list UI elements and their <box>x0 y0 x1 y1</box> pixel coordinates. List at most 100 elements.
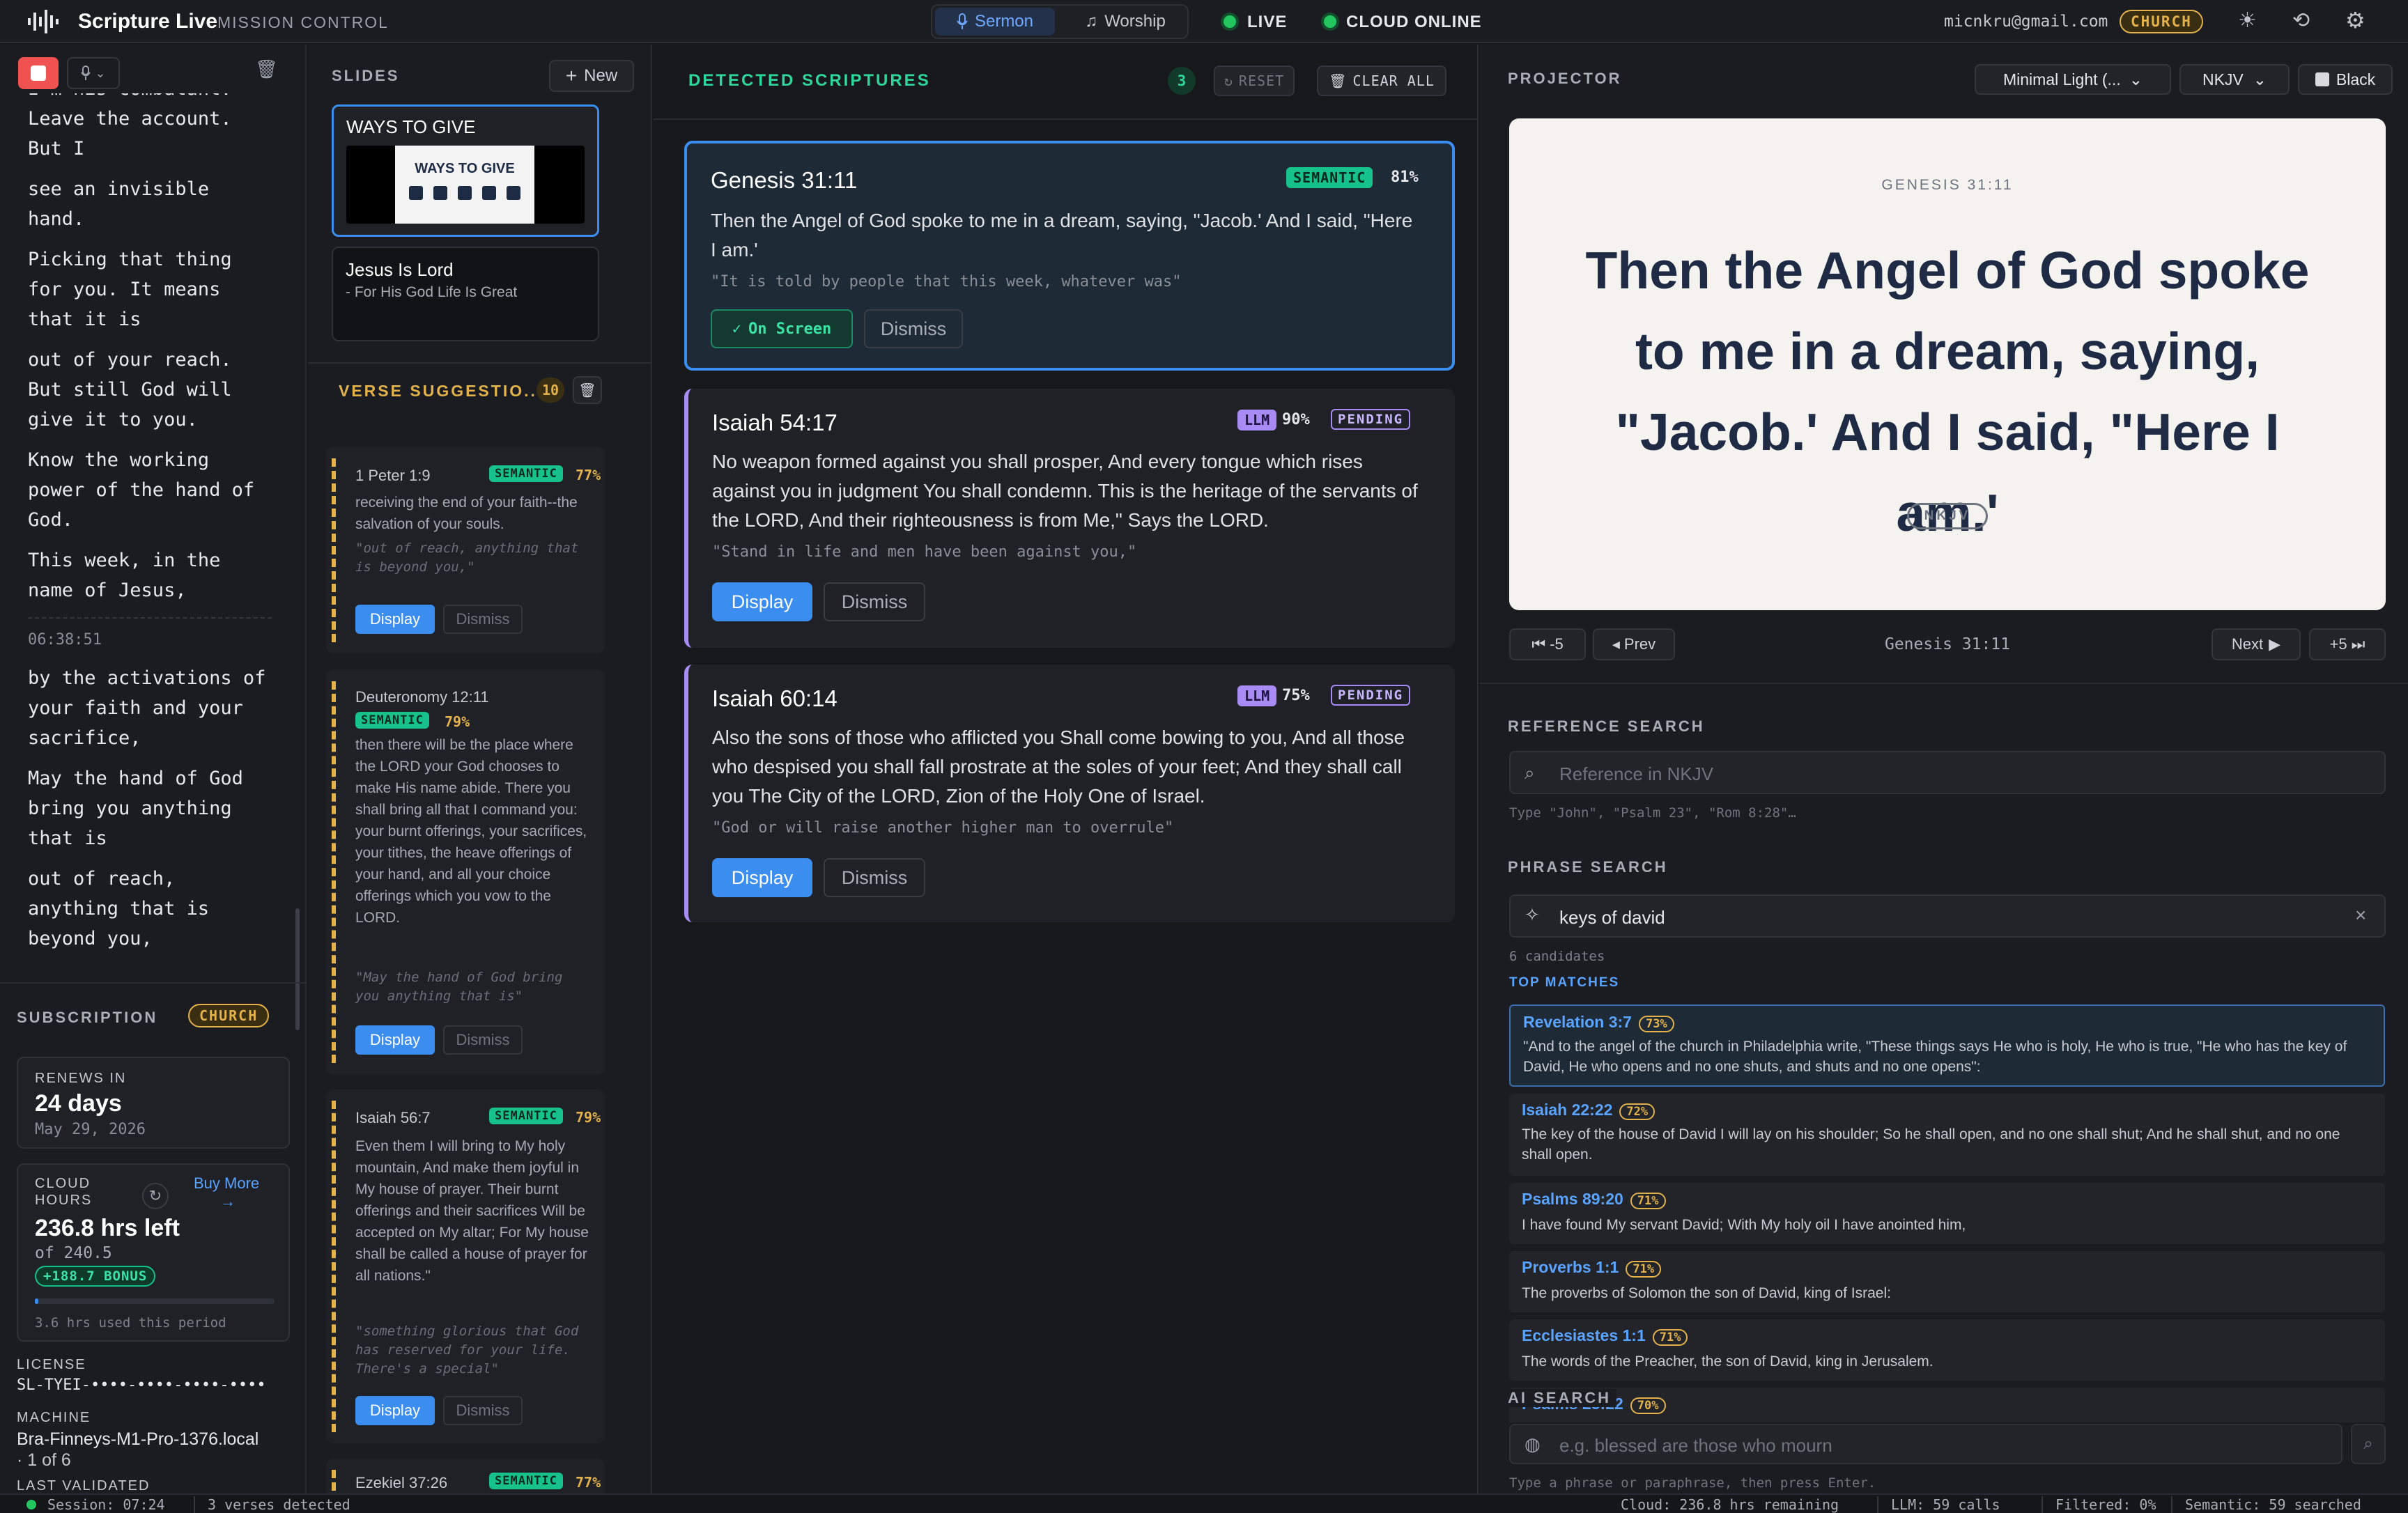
gear-icon[interactable]: ⚙ <box>2345 7 2365 33</box>
dismiss-button[interactable]: Dismiss <box>864 309 963 348</box>
match-score: 70% <box>1630 1397 1666 1414</box>
ai-search-submit-button[interactable]: ⌕ <box>2351 1424 2386 1464</box>
skip-back-icon: ⏮ <box>1531 635 1546 653</box>
theme-toggle-icon[interactable]: ☀ <box>2238 8 2257 33</box>
close-icon[interactable]: × <box>2355 904 2366 926</box>
match-item[interactable]: Proverbs 1:1 71% The proverbs of Solomon … <box>1509 1251 2385 1312</box>
transcript-line: beyond you, <box>28 928 153 949</box>
dismiss-button[interactable]: Dismiss <box>443 1025 523 1055</box>
reference-search-input[interactable]: ⌕ Reference in NKJV <box>1509 751 2386 794</box>
transcript-line: name of Jesus, <box>28 580 187 601</box>
match-item[interactable]: Isaiah 22:22 72% The key of the house of … <box>1509 1094 2385 1176</box>
transcript-line: bring you anything <box>28 798 232 819</box>
buy-more-link[interactable]: Buy More <box>194 1174 259 1193</box>
detected-ref: Genesis 31:11 <box>711 167 858 193</box>
display-button[interactable]: Display <box>355 605 435 634</box>
display-button[interactable]: Display <box>712 582 812 621</box>
dismiss-button[interactable]: Dismiss <box>824 858 925 897</box>
new-slide-button[interactable]: + New <box>549 60 634 92</box>
suggestion-card[interactable]: 1 Peter 1:9 SEMANTIC 77% receiving the e… <box>326 447 605 653</box>
detected-card[interactable]: Isaiah 60:14 LLM 75% PENDING Also the so… <box>684 665 1455 922</box>
divider <box>654 118 1479 120</box>
stop-recording-button[interactable] <box>18 57 59 89</box>
suggestion-accent <box>332 1470 336 1493</box>
subscription-title: SUBSCRIPTION <box>17 1009 158 1026</box>
reset-button[interactable]: ↻ RESET <box>1214 65 1295 96</box>
next-button[interactable]: Next ▶ <box>2212 628 2301 660</box>
display-button[interactable]: Display <box>355 1396 435 1425</box>
refresh-icon[interactable]: ↻ <box>142 1183 169 1209</box>
suggestion-card[interactable]: Isaiah 56:7 SEMANTIC 79% Even them I wil… <box>326 1089 605 1443</box>
stop-icon <box>31 65 46 81</box>
clear-all-button[interactable]: 🗑 CLEAR ALL <box>1317 65 1446 96</box>
suggestion-card[interactable]: Ezekiel 37:26 SEMANTIC 77% <box>326 1459 605 1493</box>
reset-label: RESET <box>1238 72 1285 89</box>
plus-icon: + <box>565 65 578 86</box>
transcript-line: This week, in the <box>28 550 221 571</box>
suggestion-text: receiving the end of your faith--the sal… <box>355 495 578 532</box>
detected-card[interactable]: Isaiah 54:17 LLM 90% PENDING No weapon f… <box>684 389 1455 648</box>
user-email[interactable]: micnkru@gmail.com <box>1944 13 2108 31</box>
display-button[interactable]: Display <box>355 1025 435 1055</box>
confidence-value: 77% <box>576 467 601 483</box>
mode-worship-tab[interactable]: ♫ Worship <box>1066 8 1184 36</box>
translation-select[interactable]: NKJV ⌄ <box>2179 64 2290 95</box>
bonus-badge: +188.7 BONUS <box>35 1266 156 1287</box>
divider <box>0 982 307 984</box>
match-item[interactable]: Psalms 89:20 71% I have found My servant … <box>1509 1183 2385 1244</box>
mode-worship-label: Worship <box>1104 12 1166 31</box>
mode-sermon-tab[interactable]: Sermon <box>935 8 1055 36</box>
history-icon[interactable]: ⟲ <box>2292 8 2310 33</box>
mic-select-dropdown[interactable]: ⌄ <box>67 57 120 89</box>
match-ref-label: Ecclesiastes 1:1 <box>1522 1326 1646 1344</box>
reference-search-placeholder: Reference in NKJV <box>1559 763 1714 784</box>
detected-title: DETECTED SCRIPTURES <box>688 71 931 90</box>
confidence-value: 77% <box>576 1474 601 1491</box>
session-time: Session: 07:24 <box>47 1496 165 1513</box>
globe-icon: ◍ <box>1525 1434 1541 1454</box>
match-item[interactable]: Revelation 3:7 73% "And to the angel of t… <box>1509 1004 2385 1087</box>
dismiss-button[interactable]: Dismiss <box>443 1396 523 1425</box>
projector-preview: GENESIS 31:11 Then the Angel of God spok… <box>1509 118 2386 610</box>
suggestion-accent <box>332 458 336 642</box>
match-score: 71% <box>1652 1329 1688 1346</box>
display-button[interactable]: Display <box>712 858 812 897</box>
theme-select[interactable]: Minimal Light (... ⌄ <box>1975 64 2171 95</box>
detected-card-active[interactable]: Genesis 31:11 SEMANTIC 81% Then the Ange… <box>684 141 1455 371</box>
suggestion-text: then there will be the place where the L… <box>355 737 587 926</box>
plan-badge: CHURCH <box>188 1004 270 1027</box>
transcript-line: I'm his combatant. <box>28 93 232 104</box>
trash-icon[interactable]: 🗑 <box>255 59 278 80</box>
live-indicator-icon <box>1224 15 1236 28</box>
skip-forward-icon: ⏭ <box>2351 635 2365 653</box>
clear-suggestions-button[interactable]: 🗑 <box>573 376 602 404</box>
match-ref-label: Isaiah 22:22 <box>1522 1101 1613 1119</box>
phrase-search-title: PHRASE SEARCH <box>1508 858 1668 876</box>
suggestion-card[interactable]: Deuteronomy 12:11 SEMANTIC 79% then ther… <box>326 670 605 1074</box>
back-5-button[interactable]: ⏮ -5 <box>1509 628 1586 660</box>
dismiss-button[interactable]: Dismiss <box>824 582 925 621</box>
transcript-divider <box>28 617 272 619</box>
match-item[interactable]: Psalms 25:2270% <box>1509 1388 2385 1422</box>
forward-5-button[interactable]: +5 ⏭ <box>2309 628 2386 660</box>
refresh-icon: ↻ <box>1224 72 1233 89</box>
dismiss-button[interactable]: Dismiss <box>443 605 523 634</box>
cloud-hours-progress-fill <box>35 1298 39 1304</box>
prev-button[interactable]: ◂ Prev <box>1593 628 1675 660</box>
semantic-badge: SEMANTIC <box>489 465 563 482</box>
ai-search-input[interactable]: ◍ e.g. blessed are those who mourn <box>1509 1424 2343 1464</box>
on-screen-button[interactable]: ✓ On Screen <box>711 309 853 348</box>
phrase-search-input[interactable]: ✧ keys of david × <box>1509 894 2386 938</box>
slide-card-jesus-is-lord[interactable]: Jesus Is Lord - For His God Life Is Grea… <box>332 247 599 341</box>
forward-5-label: +5 <box>2329 635 2347 653</box>
transcript-line: power of the hand of <box>28 479 255 501</box>
suggestion-ref: Deuteronomy 12:11 <box>355 688 489 706</box>
match-item[interactable]: Ecclesiastes 1:1 71% The words of the Pre… <box>1509 1319 2385 1381</box>
suggestion-ref: 1 Peter 1:9 <box>355 467 431 484</box>
theme-select-value: Minimal Light (... <box>2003 70 2121 88</box>
slide-subtitle: - For His God Life Is Great <box>346 284 518 300</box>
transcript-scrollbar[interactable] <box>295 908 300 1030</box>
slide-card-ways-to-give[interactable]: WAYS TO GIVE WAYS TO GIVE <box>332 104 599 237</box>
black-screen-toggle[interactable]: Black <box>2298 64 2393 95</box>
semantic-badge: SEMANTIC <box>1286 167 1373 188</box>
